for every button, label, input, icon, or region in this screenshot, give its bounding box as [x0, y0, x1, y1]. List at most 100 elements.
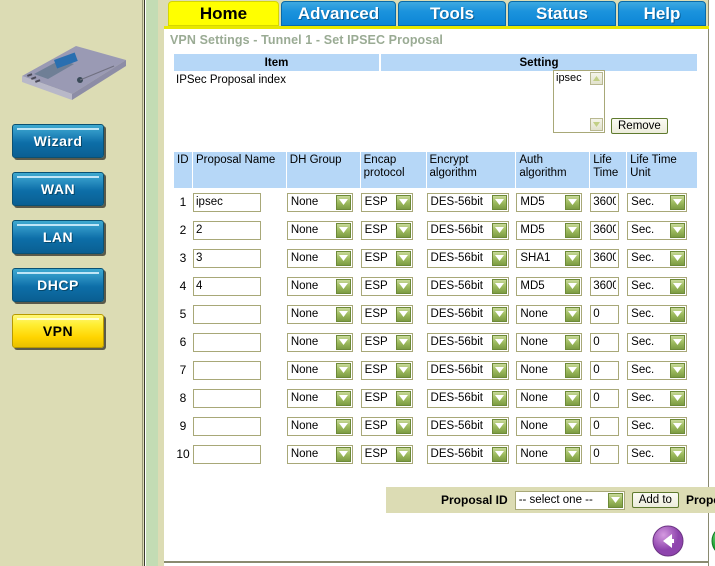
chevron-down-icon	[565, 363, 580, 378]
encrypt-algorithm-select[interactable]: DES-56bit	[427, 417, 509, 436]
dh-group-select[interactable]: None	[287, 193, 353, 212]
life-time-input[interactable]	[590, 333, 619, 352]
encap-protocol-select[interactable]: ESP	[361, 445, 413, 464]
tab-help[interactable]: Help	[618, 1, 706, 26]
life-time-input[interactable]	[590, 277, 619, 296]
encrypt-algorithm-select[interactable]: DES-56bit	[427, 445, 509, 464]
dh-group-select[interactable]: None	[287, 389, 353, 408]
proposal-name-input[interactable]	[193, 249, 261, 268]
proposal-name-input[interactable]	[193, 417, 261, 436]
life-time-input[interactable]	[590, 445, 619, 464]
encap-protocol-select[interactable]: ESP	[361, 417, 413, 436]
encap-protocol-select[interactable]: ESP	[361, 361, 413, 380]
encap-protocol-select[interactable]: ESP	[361, 193, 413, 212]
scroll-up-icon[interactable]	[590, 72, 603, 85]
encrypt-algorithm-select[interactable]: DES-56bit	[427, 249, 509, 268]
proposal-id-select[interactable]: -- select one --	[515, 491, 625, 510]
life-time-unit-select[interactable]: Sec.	[627, 333, 687, 352]
encrypt-algorithm-select[interactable]: DES-56bit	[427, 389, 509, 408]
life-time-unit-select[interactable]: Sec.	[627, 361, 687, 380]
auth-algorithm-select[interactable]: None	[516, 361, 582, 380]
encap-protocol-select[interactable]: ESP	[361, 305, 413, 324]
dh-group-select[interactable]: None	[287, 305, 353, 324]
proposal-name-input[interactable]	[193, 361, 261, 380]
life-time-unit-select[interactable]: Sec.	[627, 305, 687, 324]
tab-tools[interactable]: Tools	[398, 1, 506, 26]
life-time-unit-select[interactable]: Sec.	[627, 249, 687, 268]
dh-group-select[interactable]: None	[287, 249, 353, 268]
life-time-input[interactable]	[590, 305, 619, 324]
life-time-unit-value: Sec.	[631, 308, 654, 320]
tab-advanced[interactable]: Advanced	[281, 1, 396, 26]
back-icon[interactable]	[652, 525, 684, 557]
proposal-name-input[interactable]	[193, 445, 261, 464]
life-time-input[interactable]	[590, 417, 619, 436]
encrypt-algorithm-value: DES-56bit	[431, 224, 483, 236]
proposal-name-input[interactable]	[193, 193, 261, 212]
encrypt-algorithm-select[interactable]: DES-56bit	[427, 333, 509, 352]
life-time-input[interactable]	[590, 249, 619, 268]
chevron-down-icon	[670, 335, 685, 350]
sidebar-item-lan[interactable]: LAN	[12, 220, 104, 254]
apply-icon[interactable]	[711, 525, 715, 557]
life-time-input[interactable]	[590, 193, 619, 212]
dh-group-select[interactable]: None	[287, 333, 353, 352]
sidebar-item-wan[interactable]: WAN	[12, 172, 104, 206]
auth-algorithm-select[interactable]: SHA1	[516, 249, 582, 268]
life-time-unit-select[interactable]: Sec.	[627, 193, 687, 212]
encrypt-algorithm-value: DES-56bit	[431, 420, 483, 432]
life-time-unit-select[interactable]: Sec.	[627, 445, 687, 464]
sidebar-item-dhcp[interactable]: DHCP	[12, 268, 104, 302]
auth-algorithm-select[interactable]: None	[516, 305, 582, 324]
life-time-unit-select[interactable]: Sec.	[627, 277, 687, 296]
add-to-button[interactable]: Add to	[632, 492, 679, 508]
life-time-unit-select[interactable]: Sec.	[627, 417, 687, 436]
tab-label: Home	[200, 4, 247, 24]
encap-protocol-select[interactable]: ESP	[361, 333, 413, 352]
auth-algorithm-select[interactable]: None	[516, 417, 582, 436]
life-time-input[interactable]	[590, 389, 619, 408]
proposal-id-value: -- select one --	[519, 494, 593, 506]
encap-protocol-select[interactable]: ESP	[361, 249, 413, 268]
auth-algorithm-select[interactable]: MD5	[516, 221, 582, 240]
proposal-table-header-row: ID Proposal Name DH Group Encap protocol…	[174, 152, 698, 188]
encrypt-algorithm-select[interactable]: DES-56bit	[427, 221, 509, 240]
ipsec-proposal-index-listbox[interactable]: ipsec	[553, 70, 605, 133]
auth-algorithm-select[interactable]: None	[516, 445, 582, 464]
row-id: 7	[174, 363, 192, 377]
encap-protocol-select[interactable]: ESP	[361, 221, 413, 240]
encrypt-algorithm-select[interactable]: DES-56bit	[427, 277, 509, 296]
auth-algorithm-select[interactable]: MD5	[516, 193, 582, 212]
proposal-name-input[interactable]	[193, 333, 261, 352]
dh-group-select[interactable]: None	[287, 221, 353, 240]
encap-protocol-value: ESP	[365, 308, 388, 320]
proposal-name-input[interactable]	[193, 305, 261, 324]
life-time-unit-select[interactable]: Sec.	[627, 221, 687, 240]
auth-algorithm-select[interactable]: None	[516, 389, 582, 408]
encrypt-algorithm-select[interactable]: DES-56bit	[427, 193, 509, 212]
remove-button[interactable]: Remove	[611, 118, 668, 134]
auth-algorithm-value: MD5	[520, 196, 544, 208]
dh-group-select[interactable]: None	[287, 417, 353, 436]
dh-group-select[interactable]: None	[287, 361, 353, 380]
proposal-table: ID Proposal Name DH Group Encap protocol…	[174, 152, 698, 468]
proposal-name-input[interactable]	[193, 389, 261, 408]
auth-algorithm-select[interactable]: MD5	[516, 277, 582, 296]
sidebar-item-vpn[interactable]: VPN	[12, 314, 104, 348]
encap-protocol-select[interactable]: ESP	[361, 277, 413, 296]
proposal-name-input[interactable]	[193, 221, 261, 240]
scroll-down-icon[interactable]	[590, 118, 603, 131]
encap-protocol-select[interactable]: ESP	[361, 389, 413, 408]
encrypt-algorithm-select[interactable]: DES-56bit	[427, 361, 509, 380]
life-time-input[interactable]	[590, 221, 619, 240]
auth-algorithm-select[interactable]: None	[516, 333, 582, 352]
sidebar-item-wizard[interactable]: Wizard	[12, 124, 104, 158]
dh-group-select[interactable]: None	[287, 277, 353, 296]
life-time-unit-select[interactable]: Sec.	[627, 389, 687, 408]
dh-group-select[interactable]: None	[287, 445, 353, 464]
proposal-name-input[interactable]	[193, 277, 261, 296]
tab-home[interactable]: Home	[168, 1, 279, 26]
life-time-input[interactable]	[590, 361, 619, 380]
tab-status[interactable]: Status	[508, 1, 616, 26]
encrypt-algorithm-select[interactable]: DES-56bit	[427, 305, 509, 324]
